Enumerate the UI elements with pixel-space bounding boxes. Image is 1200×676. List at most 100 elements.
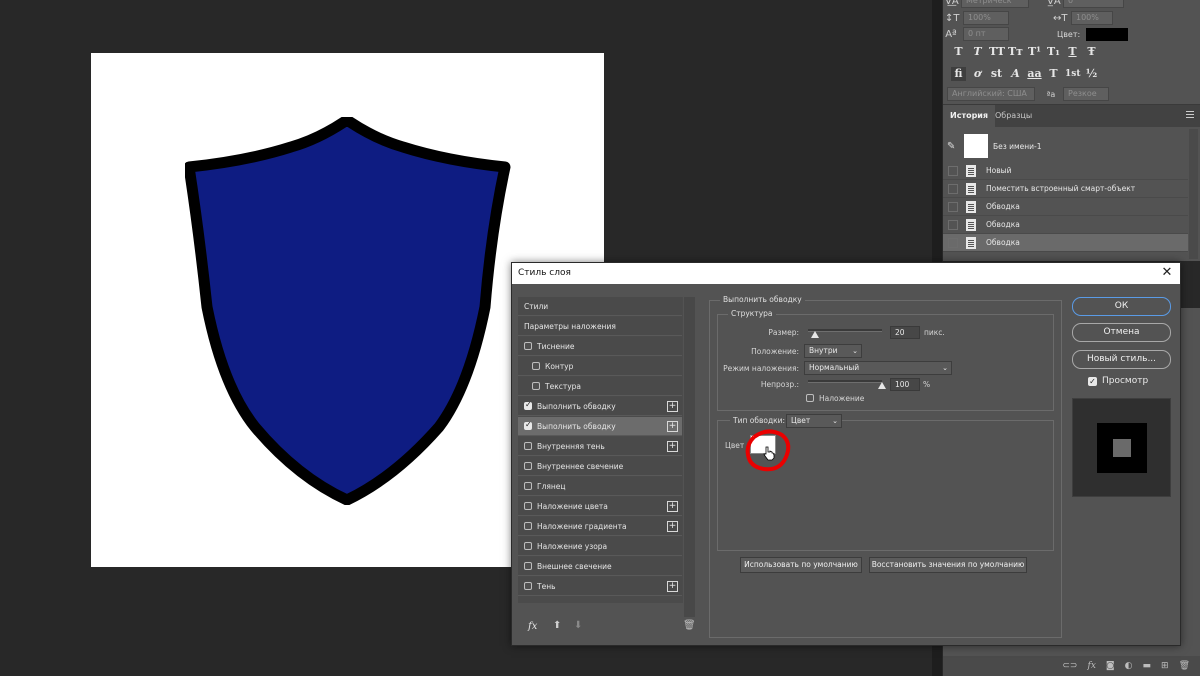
baseline-shift-input[interactable]: 0 пт xyxy=(963,27,1009,41)
cancel-button[interactable]: Отмена xyxy=(1072,323,1171,342)
trash-icon[interactable]: 🗑 xyxy=(683,620,696,631)
style-checkbox[interactable] xyxy=(532,362,540,370)
subscript-button[interactable]: T₁ xyxy=(1046,45,1061,59)
tab-swatches[interactable]: Образцы xyxy=(988,105,1039,127)
language-select[interactable]: Английский: США xyxy=(947,87,1035,101)
fill-type-select[interactable]: Цвет ⌄ xyxy=(786,414,842,428)
add-style-icon[interactable]: + xyxy=(667,521,678,532)
style-checkbox[interactable] xyxy=(524,502,532,510)
delete-layer-icon[interactable]: 🗑 xyxy=(1179,661,1190,671)
ligatures-button[interactable]: fi xyxy=(951,67,966,81)
style-checkbox[interactable] xyxy=(524,562,532,570)
style-item[interactable]: Стили xyxy=(518,297,682,316)
superscript-button[interactable]: T¹ xyxy=(1027,45,1042,59)
opacity-input[interactable]: 100 xyxy=(890,378,920,391)
underline-button[interactable]: T xyxy=(1065,45,1080,59)
blend-mode-select[interactable]: Нормальный ⌄ xyxy=(804,361,952,375)
history-item[interactable]: Поместить встроенный смарт-объект xyxy=(943,180,1188,198)
style-checkbox[interactable] xyxy=(524,420,532,430)
style-item[interactable]: Внешнее свечение xyxy=(518,557,682,576)
new-style-button[interactable]: Новый стиль... xyxy=(1072,350,1171,369)
style-checkbox[interactable] xyxy=(524,400,532,410)
add-style-icon[interactable]: + xyxy=(667,581,678,592)
style-checkbox[interactable] xyxy=(524,462,532,470)
style-item[interactable]: Выполнить обводку + xyxy=(518,397,682,416)
make-default-button[interactable]: Использовать по умолчанию xyxy=(740,557,862,573)
style-item[interactable]: Наложение узора xyxy=(518,537,682,556)
kerning-select[interactable]: Метрическ xyxy=(961,0,1029,8)
history-checkbox[interactable] xyxy=(948,201,958,212)
ok-button[interactable]: ОК xyxy=(1072,297,1171,316)
move-up-icon[interactable]: ⬆ xyxy=(553,620,561,631)
style-checkbox[interactable] xyxy=(524,342,532,350)
style-checkbox[interactable] xyxy=(524,522,532,530)
panel-menu-icon[interactable] xyxy=(1186,111,1194,112)
style-checkbox[interactable] xyxy=(524,582,532,590)
add-mask-icon[interactable]: ◙ xyxy=(1106,661,1115,671)
ordinals-t-button[interactable]: T xyxy=(1046,67,1061,81)
add-style-icon[interactable]: + xyxy=(667,501,678,512)
history-checkbox[interactable] xyxy=(948,219,958,230)
titling-button[interactable]: aa xyxy=(1027,67,1042,81)
opacity-slider-thumb[interactable] xyxy=(878,382,886,389)
styles-scrollbar[interactable] xyxy=(684,297,695,617)
layer-fx-icon[interactable]: fx xyxy=(1087,661,1095,671)
style-item[interactable]: Внутреннее свечение xyxy=(518,457,682,476)
preview-checkbox[interactable]: ✓ xyxy=(1088,377,1097,386)
history-item[interactable]: Обводка xyxy=(943,216,1188,234)
history-item[interactable]: Обводка xyxy=(943,198,1188,216)
fractions-button[interactable]: ½ xyxy=(1084,67,1099,81)
swash-button[interactable]: st xyxy=(989,67,1004,81)
text-color-swatch[interactable] xyxy=(1086,27,1129,41)
history-item[interactable]: Новый xyxy=(943,162,1188,180)
discretionary-ligatures-button[interactable]: ơ xyxy=(970,67,985,81)
faux-bold-button[interactable]: T xyxy=(951,45,966,59)
tracking-select[interactable]: 0 xyxy=(1063,0,1124,8)
vertical-scale-input[interactable]: 100% xyxy=(963,11,1009,25)
adjustment-layer-icon[interactable]: ◐ xyxy=(1125,661,1133,671)
history-checkbox[interactable] xyxy=(948,165,958,176)
history-item-selected[interactable]: Обводка xyxy=(943,234,1188,252)
horizontal-scale-input[interactable]: 100% xyxy=(1071,11,1113,25)
antialias-select[interactable]: Резкое xyxy=(1063,87,1109,101)
style-item[interactable]: Внутренняя тень + xyxy=(518,437,682,456)
all-caps-button[interactable]: TT xyxy=(989,45,1005,59)
style-item[interactable]: Тень + xyxy=(518,577,682,596)
style-item[interactable]: Наложение градиента + xyxy=(518,517,682,536)
link-layers-icon[interactable]: ⊂⊃ xyxy=(1062,661,1077,671)
style-item[interactable]: Параметры наложения xyxy=(518,317,682,336)
size-slider-thumb[interactable] xyxy=(811,331,820,338)
history-scrollbar[interactable] xyxy=(1189,129,1198,259)
style-checkbox[interactable] xyxy=(532,382,540,390)
add-style-icon[interactable]: + xyxy=(667,441,678,452)
style-item[interactable]: Выполнить обводку + xyxy=(518,417,682,436)
style-item[interactable]: Текстура xyxy=(518,377,682,396)
position-select[interactable]: Внутри ⌄ xyxy=(804,344,862,358)
opacity-slider[interactable] xyxy=(808,380,882,383)
history-checkbox[interactable] xyxy=(948,183,958,194)
small-caps-button[interactable]: Tт xyxy=(1008,45,1023,59)
style-item[interactable]: Тиснение xyxy=(518,337,682,356)
faux-italic-button[interactable]: T xyxy=(970,45,985,59)
style-item[interactable]: Глянец xyxy=(518,477,682,496)
add-style-icon[interactable]: + xyxy=(667,401,678,412)
close-icon[interactable]: ✕ xyxy=(1160,266,1174,280)
style-item[interactable]: Наложение цвета + xyxy=(518,497,682,516)
style-checkbox[interactable] xyxy=(524,542,532,550)
add-style-icon[interactable]: + xyxy=(667,421,678,432)
new-layer-icon[interactable]: ⊞ xyxy=(1161,661,1169,671)
strikethrough-button[interactable]: Ŧ xyxy=(1084,45,1099,59)
fx-menu-icon[interactable]: fx xyxy=(528,621,537,632)
new-group-icon[interactable]: ▬ xyxy=(1143,661,1152,671)
history-checkbox[interactable] xyxy=(948,237,958,248)
move-down-icon[interactable]: ⬇ xyxy=(574,620,582,631)
size-input[interactable]: 20 xyxy=(890,326,920,339)
overprint-checkbox[interactable] xyxy=(806,394,814,402)
stylistic-button[interactable]: A xyxy=(1008,67,1023,81)
style-item[interactable]: Контур xyxy=(518,357,682,376)
history-snapshot[interactable]: ✎ Без имени-1 xyxy=(943,131,1188,161)
style-checkbox[interactable] xyxy=(524,482,532,490)
reset-default-button[interactable]: Восстановить значения по умолчанию xyxy=(869,557,1027,573)
ordinals-button[interactable]: 1st xyxy=(1065,67,1081,81)
style-checkbox[interactable] xyxy=(524,442,532,450)
